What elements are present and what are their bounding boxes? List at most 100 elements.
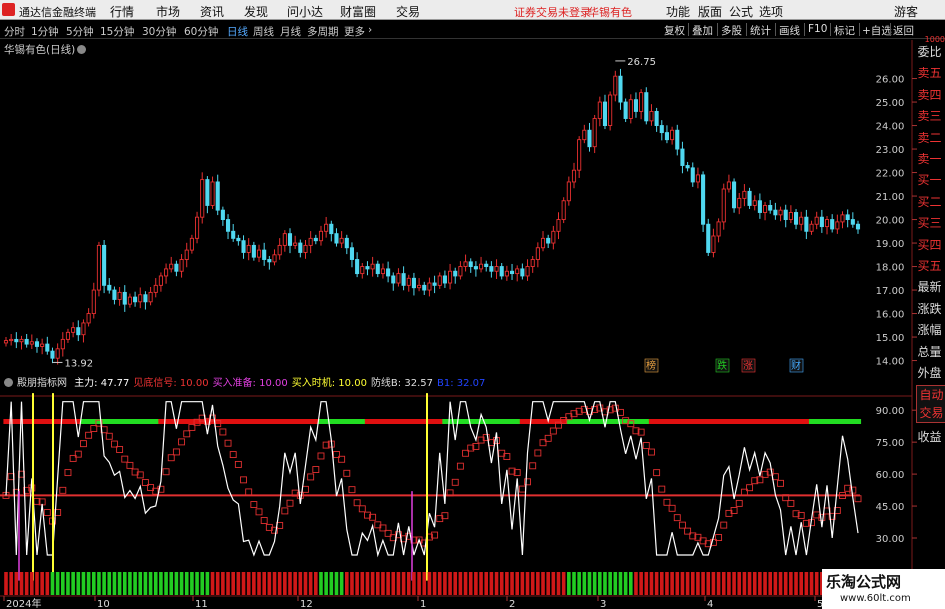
signal-column	[210, 572, 215, 595]
signal-column	[143, 572, 148, 595]
side-item-buy5[interactable]: 买五	[914, 256, 945, 277]
signal-bar-segment	[581, 419, 588, 424]
watermark-title: 乐淘公式网	[826, 573, 902, 591]
signal-column	[159, 572, 163, 595]
indicator-settings-icon[interactable]	[4, 378, 13, 387]
candle-body	[509, 270, 515, 275]
side-item-outer[interactable]: 外盘	[914, 363, 945, 384]
signal-column	[458, 572, 463, 595]
signal-bar-segment	[535, 419, 541, 424]
signal-column	[474, 572, 478, 595]
side-item-buy1[interactable]: 买一	[914, 170, 945, 191]
side-item-change[interactable]: 涨跌	[914, 299, 945, 320]
candle-body	[613, 75, 618, 96]
signal-bar-segment	[803, 419, 810, 424]
defence-line-box	[549, 427, 557, 435]
candle-body	[835, 221, 840, 230]
signal-bar-segment	[240, 419, 247, 424]
side-item-buy4[interactable]: 买四	[914, 235, 945, 256]
signal-column	[520, 572, 525, 595]
side-item-buy3[interactable]: 买三	[914, 213, 945, 234]
event-marker-3: 财	[791, 359, 801, 372]
signal-column	[494, 572, 499, 595]
candle-body	[463, 261, 468, 268]
candle-body	[143, 294, 148, 303]
signal-bar-segment	[576, 419, 583, 424]
signal-column	[19, 572, 24, 595]
side-item-wei-bi[interactable]: 委比	[914, 42, 945, 63]
signal-column	[370, 572, 375, 595]
signal-column	[479, 572, 483, 595]
side-item-sell1[interactable]: 卖一	[914, 149, 945, 170]
signal-bar-segment	[834, 419, 841, 424]
candle-body	[597, 101, 602, 119]
date-tick-label: 2	[509, 599, 515, 609]
candle-body	[520, 268, 525, 277]
candle-body	[293, 242, 298, 246]
signal-bar-segment	[266, 419, 273, 424]
signal-column	[752, 572, 757, 595]
signal-column	[763, 572, 767, 595]
candle-body	[318, 230, 324, 242]
defence-line-box	[126, 461, 134, 469]
side-item-sell4[interactable]: 卖四	[914, 85, 945, 106]
side-item-volume[interactable]: 总量	[914, 342, 945, 363]
signal-column	[391, 572, 396, 595]
candle-body	[50, 350, 55, 359]
price-tick-label: 17.00	[876, 286, 905, 297]
candle-body	[566, 181, 571, 202]
signal-column	[505, 572, 509, 595]
signal-column	[267, 572, 272, 595]
candle-body	[344, 237, 349, 249]
signal-column	[804, 572, 809, 595]
signal-column	[427, 572, 432, 595]
signal-column	[685, 572, 690, 595]
candle-body	[587, 129, 592, 148]
signal-column	[195, 572, 199, 595]
candle-body	[267, 259, 272, 263]
signal-column	[536, 572, 540, 595]
candle-body	[179, 259, 184, 272]
candle-body	[623, 101, 628, 119]
candle-body	[45, 343, 50, 352]
defence-line-box	[678, 521, 686, 529]
side-item-last[interactable]: 最新	[914, 277, 945, 298]
defence-line-box	[787, 499, 795, 507]
side-item-change-pct[interactable]: 涨幅	[914, 320, 945, 341]
candle-body	[484, 263, 489, 268]
signal-column	[345, 572, 349, 595]
candle-body	[437, 275, 442, 286]
signal-bar-segment	[772, 419, 779, 424]
side-item-eps[interactable]: 收益	[914, 427, 945, 448]
signal-bar-segment	[39, 419, 46, 424]
defence-line-box	[735, 499, 743, 507]
side-item-sell2[interactable]: 卖二	[914, 128, 945, 149]
signal-bar-segment	[659, 419, 665, 424]
candle-body	[494, 266, 499, 272]
signal-column	[231, 572, 235, 595]
chart-canvas[interactable]: 26.00 25.00 24.00 23.00 22.00 21.00 20.00 19.00…	[0, 0, 945, 609]
candle-body	[195, 216, 200, 239]
signal-column	[81, 572, 86, 595]
signal-bar-segment	[127, 419, 134, 424]
defence-line-box	[348, 486, 356, 494]
defence-line-box	[229, 451, 237, 459]
candle-body	[277, 244, 282, 256]
signal-bar-segment	[158, 419, 164, 424]
side-item-sell5[interactable]: 卖五	[914, 63, 945, 84]
candle-body	[618, 75, 623, 103]
signal-column	[396, 572, 401, 595]
signal-bar-segment	[184, 419, 190, 424]
signal-column	[437, 572, 442, 595]
side-item-buy2[interactable]: 买二	[914, 192, 945, 213]
candle-body	[747, 190, 752, 206]
side-item-sell3[interactable]: 卖三	[914, 106, 945, 127]
defence-line-box	[64, 469, 72, 477]
candle-body	[349, 247, 355, 260]
indicator-name[interactable]: 殿朋指标网	[17, 378, 67, 389]
candle-body	[71, 327, 76, 333]
defence-line-box	[59, 486, 67, 494]
auto-trade-button[interactable]: 自动 交易	[916, 385, 945, 423]
candle-body	[40, 343, 45, 347]
signal-bar-segment	[390, 419, 397, 424]
